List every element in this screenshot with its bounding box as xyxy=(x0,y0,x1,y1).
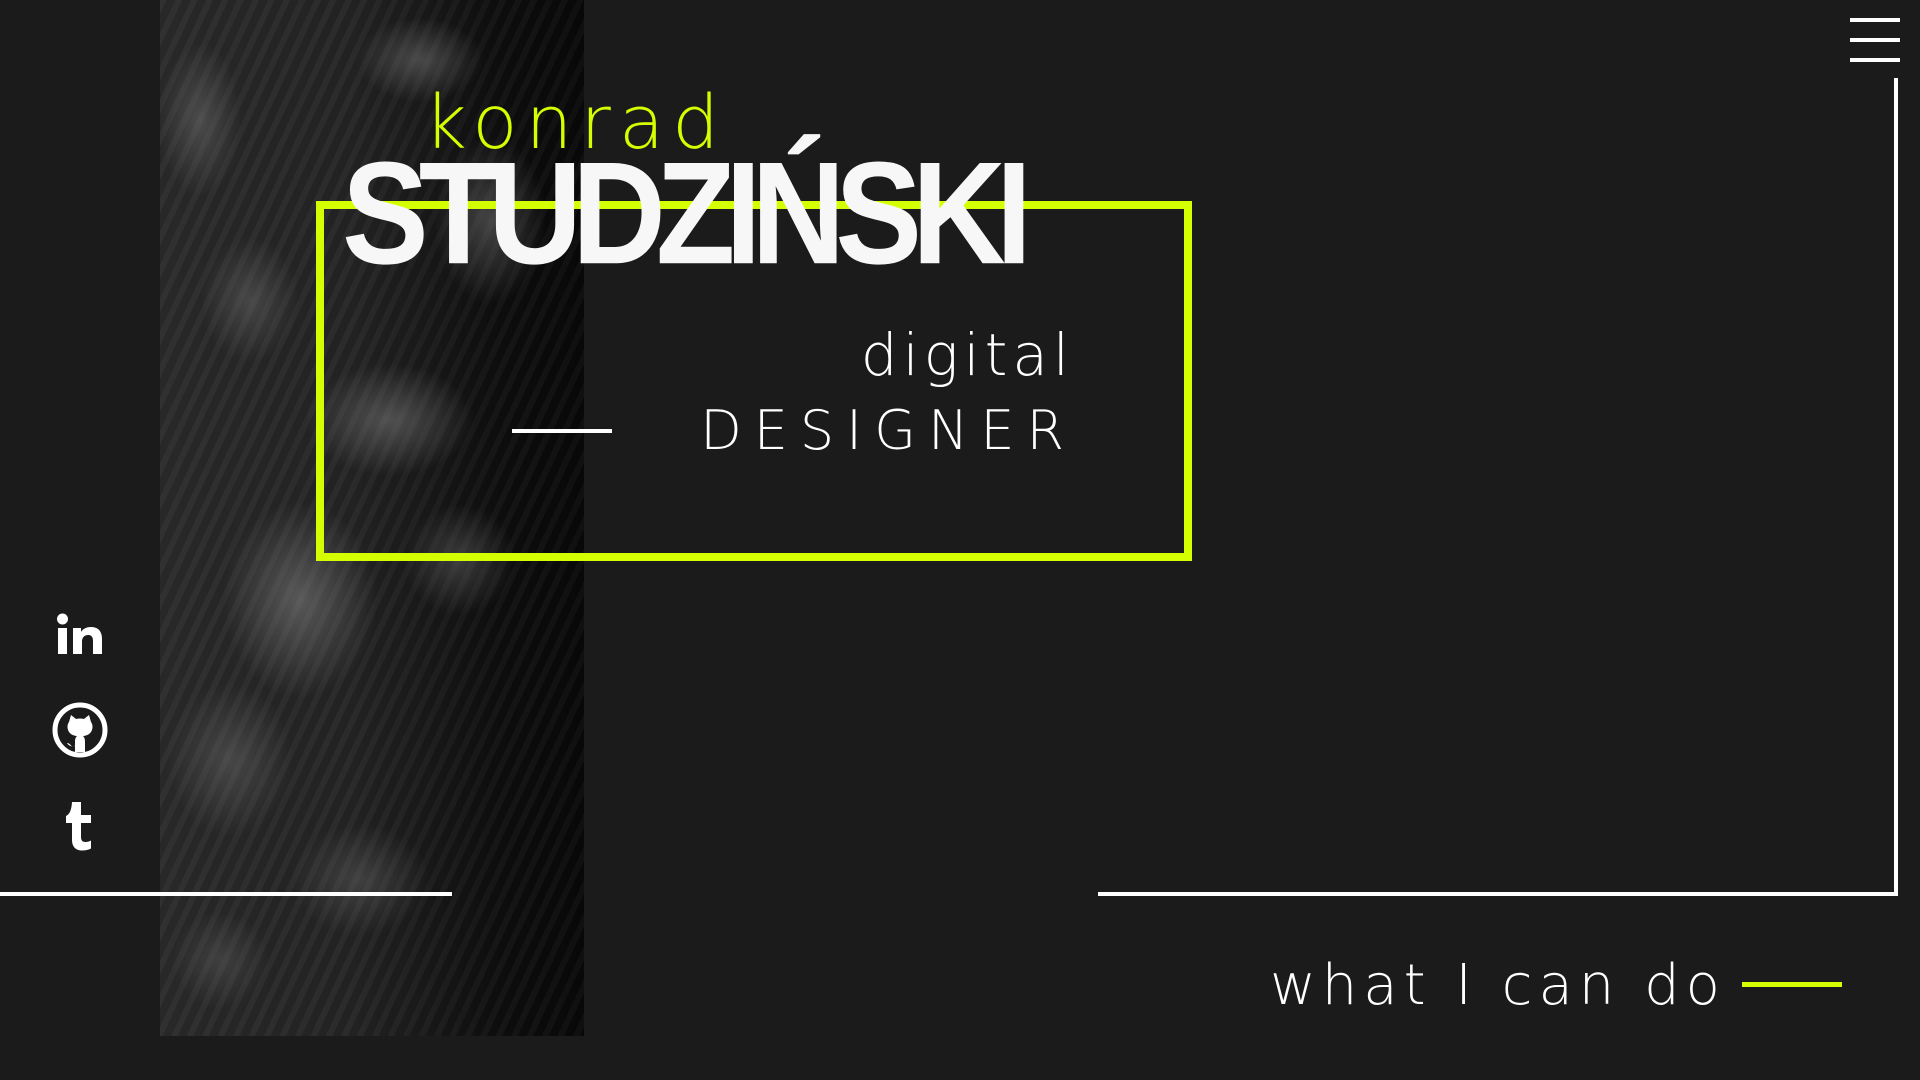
hero-role-line1: digital xyxy=(860,321,1074,389)
hamburger-menu-icon[interactable] xyxy=(1850,18,1900,64)
frame-line-right xyxy=(1894,78,1898,896)
frame-line-bottom-right xyxy=(1098,892,1898,896)
menu-bar-middle xyxy=(1850,38,1900,42)
what-i-can-do-link[interactable]: what I can do xyxy=(1270,958,1720,1014)
cta-accent-dash[interactable] xyxy=(1742,982,1842,987)
menu-bar-top xyxy=(1850,18,1900,22)
hero-last-name: STUDZIŃSKI xyxy=(342,131,1032,295)
menu-bar-bottom xyxy=(1850,58,1900,62)
landing-page: konrad STUDZIŃSKI digital DESIGNER what … xyxy=(0,0,1920,1080)
role-dash-divider xyxy=(512,429,612,433)
github-link[interactable] xyxy=(50,700,110,760)
github-icon xyxy=(52,702,108,758)
linkedin-link[interactable] xyxy=(50,606,110,666)
tumblr-icon xyxy=(66,802,91,851)
frame-line-bottom-left xyxy=(0,892,452,896)
linkedin-icon xyxy=(57,613,102,654)
hero-role-line2: DESIGNER xyxy=(700,399,1076,462)
tumblr-link[interactable] xyxy=(50,796,110,856)
